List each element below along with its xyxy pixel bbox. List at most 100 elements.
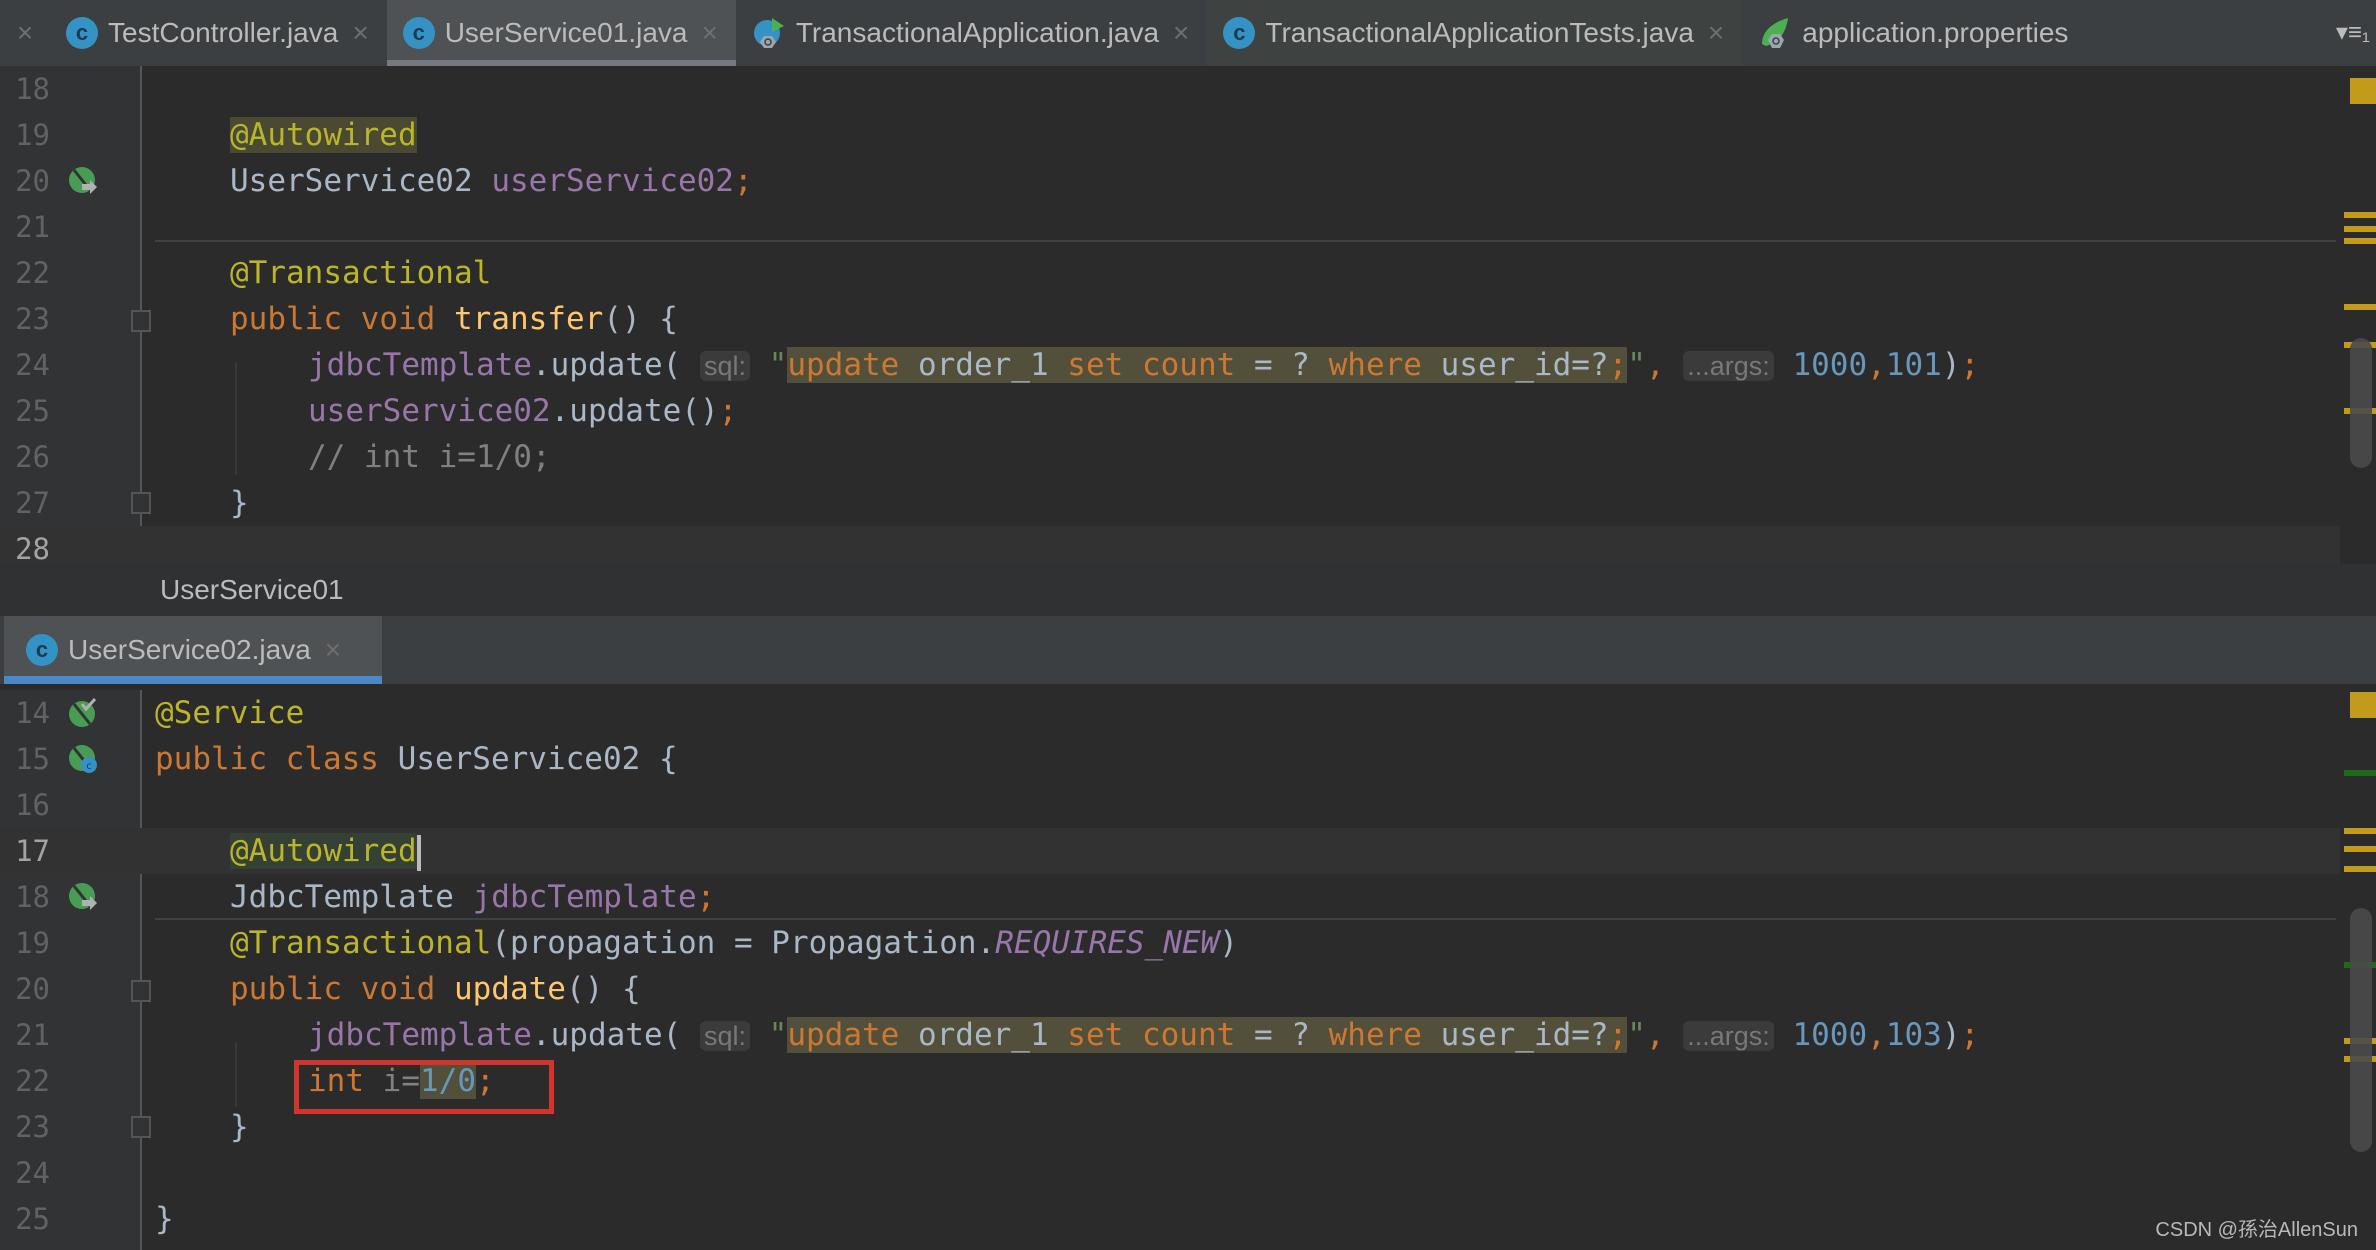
editor-userservice01[interactable]: 18 19 @Autowired 20 UserService02 userSe…: [0, 66, 2376, 572]
string-quote: ": [768, 347, 788, 383]
keyword: public: [230, 971, 342, 1007]
tab-label: application.properties: [1802, 17, 2069, 48]
tab-testcontroller[interactable]: c TestController.java ×: [50, 0, 387, 66]
line-number: 21: [15, 1018, 50, 1052]
spring-properties-icon: [1758, 16, 1792, 50]
close-icon[interactable]: ×: [325, 634, 341, 666]
type-name: JdbcTemplate: [230, 879, 454, 915]
code-line: 20 UserService02 userService02;: [0, 158, 2340, 204]
annotation: @Service: [155, 695, 305, 731]
field-name: jdbcTemplate: [472, 879, 697, 915]
annotation: @Autowired: [230, 833, 417, 869]
sql-string: update order_1 set count = ? where user_…: [787, 347, 1628, 383]
code-line: 24 jdbcTemplate.update( sql: "update ord…: [0, 342, 2340, 388]
field-name: userService02: [308, 393, 551, 429]
change-stripe-marker[interactable]: [2344, 770, 2376, 776]
fold-icon[interactable]: [131, 492, 151, 514]
code-line: 27 }: [0, 480, 2340, 526]
tab-overflow-menu-icon[interactable]: ▾≡₁: [2336, 18, 2370, 47]
fold-icon[interactable]: [131, 980, 151, 1002]
close-icon[interactable]: ×: [0, 0, 50, 66]
enum-constant: REQUIRES_NEW: [995, 925, 1220, 961]
bean-icon[interactable]: [68, 697, 98, 728]
line-number: 20: [15, 164, 50, 198]
line-number: 19: [15, 926, 50, 960]
method-name: update: [453, 971, 566, 1007]
line-number: 17: [15, 834, 50, 868]
error-stripe-marker[interactable]: [2344, 226, 2376, 232]
annotation: @Autowired: [230, 117, 417, 153]
tab-application-properties[interactable]: application.properties: [1742, 0, 2086, 66]
brace: }: [230, 485, 249, 521]
tab-transactionalapplication[interactable]: TransactionalApplication.java ×: [736, 0, 1208, 66]
fold-icon[interactable]: [131, 310, 151, 332]
param-name: propagation: [509, 925, 716, 961]
bean-class-icon[interactable]: c: [68, 744, 98, 774]
class-icon: c: [402, 17, 435, 49]
code-line: 22 @Transactional: [0, 250, 2340, 296]
annotation: @Transactional: [230, 925, 492, 961]
field-name: jdbcTemplate: [308, 347, 532, 383]
error-stripe-marker[interactable]: [2344, 304, 2376, 310]
breadcrumb[interactable]: UserService01: [0, 564, 2376, 616]
autowired-navigation-icon[interactable]: [68, 166, 98, 196]
autowired-navigation-icon[interactable]: [68, 882, 98, 912]
text-caret: [416, 834, 421, 871]
line-number: 23: [15, 302, 50, 336]
close-icon[interactable]: ×: [352, 17, 368, 49]
line-number: 22: [15, 256, 50, 290]
annotation: @Transactional: [230, 255, 492, 291]
close-icon[interactable]: ×: [701, 17, 717, 49]
code-text: () {: [603, 301, 678, 337]
line-number: 27: [15, 486, 50, 520]
code-line: 14 @Service: [0, 690, 2340, 736]
semicolon: ;: [733, 163, 753, 199]
code-line: 23 public void transfer() {: [0, 296, 2340, 342]
line-number: 21: [15, 210, 50, 244]
class-icon: c: [66, 17, 98, 49]
error-stripe-marker[interactable]: [2344, 238, 2376, 244]
comma: ,: [1645, 347, 1665, 383]
editor-userservice02[interactable]: 14 @Service 15 c public class UserServic…: [0, 690, 2376, 1250]
class-icon: c: [26, 634, 58, 666]
sql-string: update order_1 set count = ? where user_…: [787, 1017, 1628, 1053]
error-stripe-marker[interactable]: [2344, 828, 2376, 834]
error-stripe-marker[interactable]: [2344, 866, 2376, 872]
error-stripe-marker[interactable]: [2344, 846, 2376, 852]
breadcrumb-class[interactable]: UserService01: [160, 564, 344, 616]
number: 1000: [1792, 347, 1868, 383]
vertical-scrollbar[interactable]: [2350, 338, 2372, 468]
line-number: 23: [15, 1110, 50, 1144]
line-number: 24: [15, 348, 50, 382]
tab-label: UserService01.java: [444, 17, 688, 48]
tab-transactionalapplicationtests[interactable]: c TransactionalApplicationTests.java ×: [1207, 0, 1743, 66]
svg-text:c: c: [86, 761, 92, 772]
code-line: 23 }: [0, 1104, 2340, 1150]
keyword: public: [155, 741, 267, 777]
tab-label: TestController.java: [108, 17, 339, 48]
param-hint-sql: sql:: [699, 351, 750, 381]
code-line: 26 // int i=1/0;: [0, 434, 2340, 480]
tab-userservice01[interactable]: c UserService01.java ×: [386, 0, 736, 66]
keyword: public: [230, 301, 342, 337]
close-icon[interactable]: ×: [1173, 17, 1189, 49]
line-number: 26: [15, 440, 50, 474]
error-stripe-marker[interactable]: [2350, 692, 2376, 718]
code-line: 19 @Transactional(propagation = Propagat…: [0, 920, 2340, 966]
fold-icon[interactable]: [131, 1116, 151, 1138]
spring-boot-app-icon: [752, 16, 786, 50]
close-icon[interactable]: ×: [1708, 17, 1724, 49]
line-number: 14: [15, 696, 50, 730]
code-line: 18: [0, 66, 2340, 112]
class-name: Propagation.: [771, 925, 996, 961]
keyword: void: [360, 301, 436, 337]
vertical-scrollbar[interactable]: [2350, 908, 2372, 1152]
type-name: UserService02: [230, 163, 473, 199]
line-number: 20: [15, 972, 50, 1006]
line-number: 24: [15, 1156, 50, 1190]
tab-userservice02[interactable]: c UserService02.java ×: [4, 616, 382, 684]
brace: }: [230, 1109, 249, 1145]
line-number: 16: [15, 788, 50, 822]
error-stripe-marker[interactable]: [2350, 78, 2376, 104]
error-stripe-marker[interactable]: [2344, 212, 2376, 218]
